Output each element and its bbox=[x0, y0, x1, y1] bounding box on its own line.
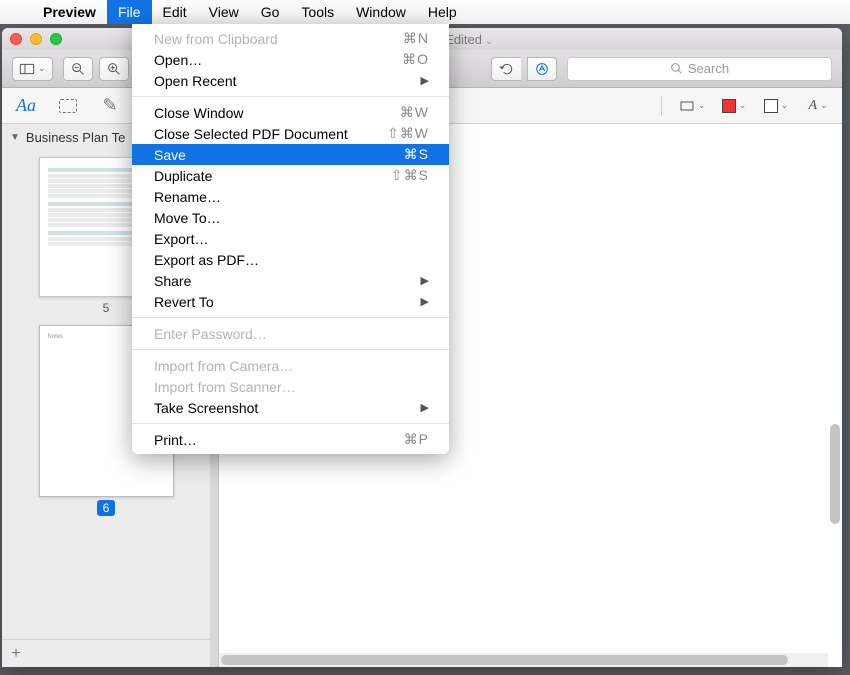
help-menu[interactable]: Help bbox=[417, 0, 468, 24]
document-title: Business Plan Te bbox=[26, 130, 126, 145]
submenu-arrow-icon: ▶ bbox=[421, 295, 429, 308]
disclosure-triangle-icon[interactable]: ▼ bbox=[10, 132, 20, 143]
menu-save[interactable]: Save⌘S bbox=[132, 144, 449, 165]
text-style-button[interactable]: Aa bbox=[12, 94, 40, 118]
menu-print[interactable]: Print…⌘P bbox=[132, 429, 449, 450]
menu-open[interactable]: Open…⌘O bbox=[132, 49, 449, 70]
file-menu-dropdown: New from Clipboard⌘N Open…⌘O Open Recent… bbox=[132, 24, 449, 454]
traffic-lights bbox=[10, 33, 62, 45]
markup-button[interactable] bbox=[527, 57, 557, 81]
menu-duplicate[interactable]: Duplicate⇧⌘S bbox=[132, 165, 449, 186]
shape-style-button[interactable]: ⌄ bbox=[678, 94, 706, 118]
menu-enter-password: Enter Password… bbox=[132, 323, 449, 344]
menu-move-to[interactable]: Move To… bbox=[132, 207, 449, 228]
menu-share[interactable]: Share▶ bbox=[132, 270, 449, 291]
zoom-window-button[interactable] bbox=[50, 33, 62, 45]
search-field[interactable]: Search bbox=[567, 57, 832, 81]
vertical-scrollbar[interactable] bbox=[828, 124, 842, 653]
minimize-window-button[interactable] bbox=[30, 33, 42, 45]
menu-import-camera: Import from Camera… bbox=[132, 355, 449, 376]
rotate-button[interactable] bbox=[491, 57, 521, 81]
system-menubar: Preview File Edit View Go Tools Window H… bbox=[0, 0, 850, 24]
fill-color-button[interactable]: ⌄ bbox=[762, 94, 790, 118]
page-6-label: 6 bbox=[2, 501, 210, 515]
file-menu[interactable]: File bbox=[107, 0, 152, 24]
close-window-button[interactable] bbox=[10, 33, 22, 45]
menu-close-window[interactable]: Close Window⌘W bbox=[132, 102, 449, 123]
menu-export[interactable]: Export… bbox=[132, 228, 449, 249]
menu-export-pdf[interactable]: Export as PDF… bbox=[132, 249, 449, 270]
tools-menu[interactable]: Tools bbox=[290, 0, 345, 24]
zoom-in-button[interactable] bbox=[99, 57, 129, 81]
search-icon bbox=[670, 62, 683, 75]
sidebar-view-button[interactable]: ⌄ bbox=[12, 57, 53, 81]
sketch-button[interactable]: ✎ bbox=[96, 94, 124, 118]
window-menu[interactable]: Window bbox=[345, 0, 417, 24]
menu-import-scanner: Import from Scanner… bbox=[132, 376, 449, 397]
search-placeholder: Search bbox=[688, 61, 729, 76]
view-menu[interactable]: View bbox=[198, 0, 250, 24]
horizontal-scrollbar[interactable] bbox=[219, 653, 828, 667]
menu-close-pdf[interactable]: Close Selected PDF Document⇧⌘W bbox=[132, 123, 449, 144]
zoom-out-button[interactable] bbox=[63, 57, 93, 81]
submenu-arrow-icon: ▶ bbox=[421, 274, 429, 287]
go-menu[interactable]: Go bbox=[250, 0, 291, 24]
menu-take-screenshot[interactable]: Take Screenshot▶ bbox=[132, 397, 449, 418]
app-menu[interactable]: Preview bbox=[32, 0, 107, 24]
menu-open-recent[interactable]: Open Recent▶ bbox=[132, 70, 449, 91]
menu-revert-to[interactable]: Revert To▶ bbox=[132, 291, 449, 312]
selection-tool-button[interactable] bbox=[54, 94, 82, 118]
sidebar-footer: + bbox=[2, 639, 210, 667]
add-page-button[interactable]: + bbox=[2, 645, 30, 663]
font-button[interactable]: A⌄ bbox=[804, 94, 832, 118]
menu-rename[interactable]: Rename… bbox=[132, 186, 449, 207]
submenu-arrow-icon: ▶ bbox=[421, 401, 429, 414]
border-color-button[interactable]: ⌄ bbox=[720, 94, 748, 118]
menu-new-from-clipboard: New from Clipboard⌘N bbox=[132, 28, 449, 49]
submenu-arrow-icon: ▶ bbox=[421, 74, 429, 87]
edit-menu[interactable]: Edit bbox=[152, 0, 198, 24]
